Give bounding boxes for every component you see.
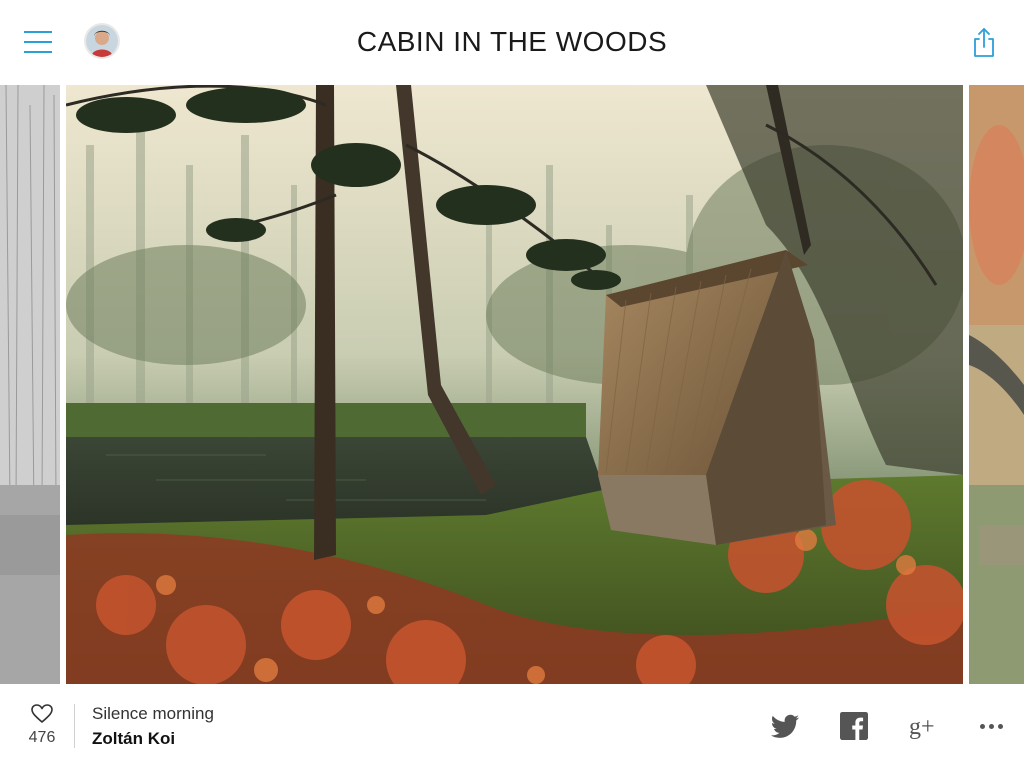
photo-author[interactable]: Zoltán Koi [92, 729, 175, 749]
google-plus-icon[interactable]: g+ [908, 712, 942, 740]
more-dots-icon[interactable] [980, 716, 1006, 744]
gplus-label: g+ [909, 714, 935, 740]
photo-carousel[interactable] [0, 85, 1024, 684]
next-photo[interactable] [969, 85, 1024, 684]
share-icon[interactable] [970, 26, 998, 58]
facebook-icon[interactable] [840, 712, 868, 740]
divider [74, 704, 75, 748]
like-count: 476 [28, 729, 56, 746]
app: CABIN IN THE WOODS 476 Silence morning Z… [0, 0, 1024, 768]
hamburger-menu-icon[interactable] [24, 30, 52, 54]
top-bar: CABIN IN THE WOODS [0, 0, 1024, 84]
photo-info-bar: 476 Silence morning Zoltán Koi g+ [0, 684, 1024, 768]
previous-photo[interactable] [0, 85, 60, 684]
user-avatar[interactable] [86, 25, 118, 57]
main-photo[interactable] [66, 85, 963, 684]
photo-caption: Silence morning [92, 704, 214, 723]
page-title: CABIN IN THE WOODS [356, 26, 668, 57]
heart-icon [31, 704, 53, 723]
twitter-icon[interactable] [770, 712, 800, 740]
like-button[interactable]: 476 [22, 704, 62, 754]
